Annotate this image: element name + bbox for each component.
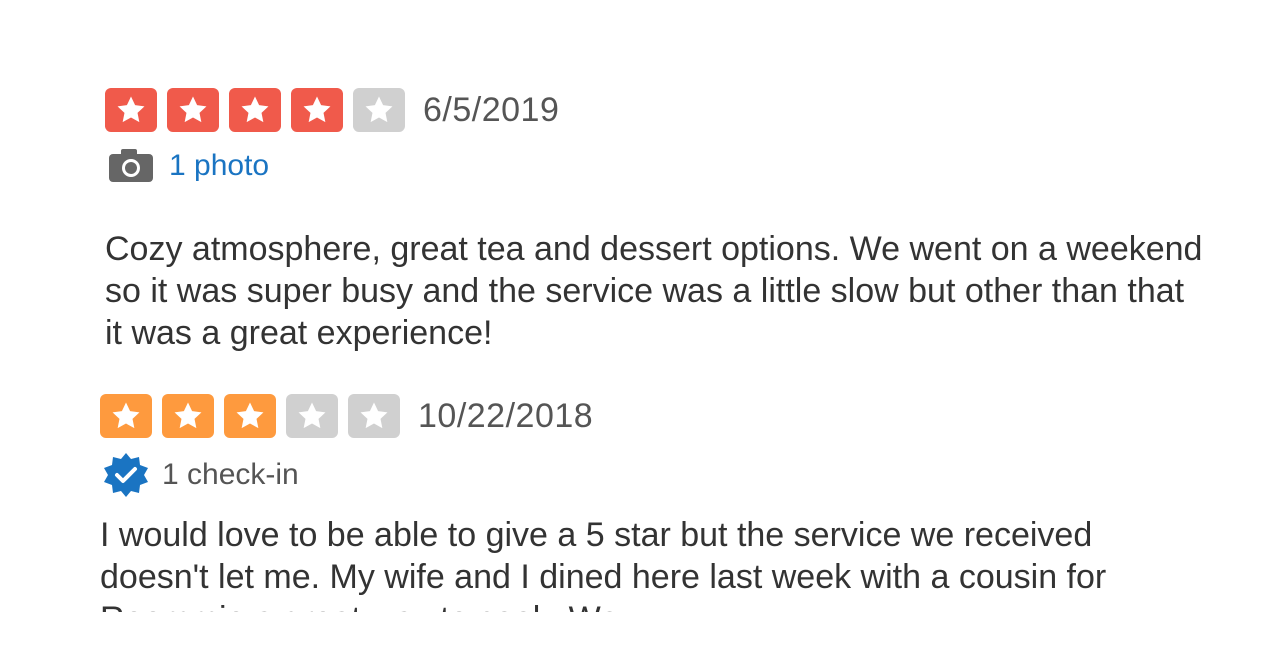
review-2-rating-row: 10/22/2018 (100, 394, 593, 438)
review-1-date: 6/5/2019 (423, 90, 560, 129)
star-icon (117, 96, 145, 123)
star-icon (179, 96, 207, 123)
review-1-star-rating (105, 88, 405, 132)
star-1 (100, 394, 152, 438)
review-1-text: Cozy atmosphere, great tea and dessert o… (105, 230, 1203, 352)
star-3 (229, 88, 281, 132)
star-2 (167, 88, 219, 132)
star-icon (236, 402, 264, 429)
star-2 (162, 394, 214, 438)
star-icon (174, 402, 202, 429)
star-icon (112, 402, 140, 429)
star-icon (241, 96, 269, 123)
star-icon (365, 96, 393, 123)
bottom-fade (0, 612, 1280, 650)
checkin-count: 1 check-in (162, 458, 299, 491)
star-1 (105, 88, 157, 132)
review-2-star-rating (100, 394, 400, 438)
review-1-rating-row: 6/5/2019 (105, 88, 559, 132)
star-4 (286, 394, 338, 438)
check-in-badge-icon (100, 452, 152, 498)
star-4 (291, 88, 343, 132)
camera-icon (107, 148, 155, 184)
star-icon (298, 402, 326, 429)
review-2-checkin: 1 check-in (100, 452, 299, 498)
photo-count-link[interactable]: 1 photo (169, 149, 269, 183)
review-1-photo-link[interactable]: 1 photo (107, 148, 269, 184)
star-3 (224, 394, 276, 438)
star-5 (348, 394, 400, 438)
review-2-date: 10/22/2018 (418, 396, 594, 435)
star-5 (353, 88, 405, 132)
star-icon (303, 96, 331, 123)
star-icon (360, 402, 388, 429)
